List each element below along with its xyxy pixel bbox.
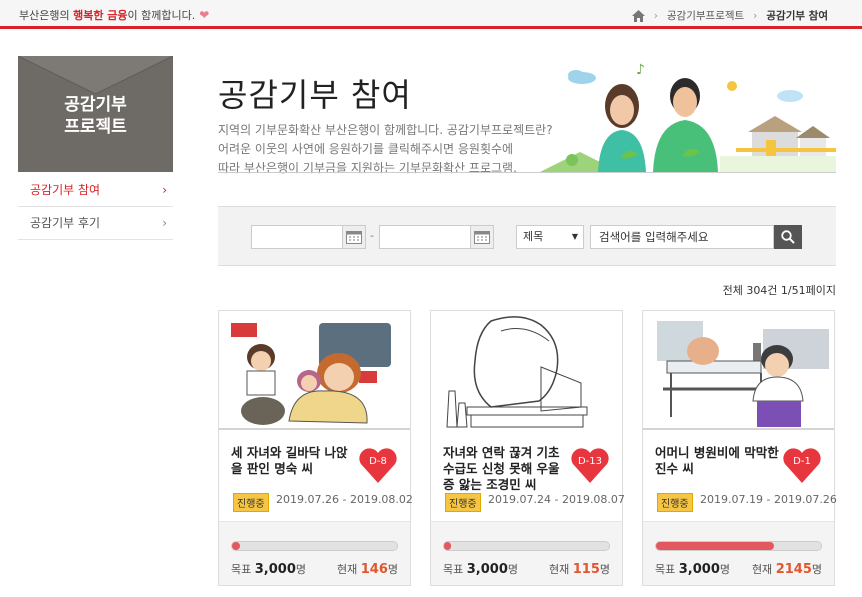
home-icon[interactable] (631, 9, 645, 22)
breadcrumb: › 공감기부프로젝트 › 공감기부 참여 (631, 8, 828, 23)
campaign-title[interactable]: 세 자녀와 길바닥 나앉을 판인 명숙 씨 (231, 445, 357, 477)
calendar-icon[interactable] (342, 225, 366, 249)
slogan-highlight: 행복한 금융 (73, 9, 128, 22)
progress-panel: 목표 3,000명 현재 146명 (219, 521, 410, 585)
campaign-period: 2019.07.19 - 2019.07.26 (700, 493, 837, 506)
goal-count: 목표 3,000명 (231, 562, 306, 577)
section-title: 공감기부 프로젝트 (64, 95, 127, 137)
page-description: 지역의 기부문화확산 부산은행이 함께합니다. 공감기부프로젝트란? 어려운 이… (218, 123, 553, 175)
campaign-title[interactable]: 어머니 병원비에 막막한 진수 씨 (655, 445, 781, 477)
start-date-input[interactable] (251, 225, 346, 249)
chevron-right-icon: › (162, 216, 167, 230)
current-count: 현재 2145명 (751, 562, 822, 577)
date-range-separator: - (370, 229, 374, 242)
progress-fill (656, 542, 774, 550)
current-count: 현재 146명 (336, 562, 398, 577)
search-bar: - 제목 ▼ 검색어를 입력해주세요 (218, 206, 836, 266)
page-title: 공감기부 참여 (218, 76, 412, 114)
breadcrumb-separator-icon: › (753, 9, 758, 22)
heart-icon: ❤ (199, 8, 210, 22)
status-badge: 진행중 (657, 493, 693, 512)
top-bar: 부산은행의 행복한 금융이 함께합니다. ❤ › 공감기부프로젝트 › 공감기부 … (0, 0, 862, 29)
side-nav: 공감기부 참여 › 공감기부 후기 › (18, 174, 173, 240)
campaign-illustration (643, 311, 834, 436)
search-input[interactable]: 검색어를 입력해주세요 (590, 225, 774, 249)
sidebar-item-participate[interactable]: 공감기부 참여 › (18, 174, 173, 207)
goal-count: 목표 3,000명 (443, 562, 518, 577)
status-badge: 진행중 (445, 493, 481, 512)
campaign-period: 2019.07.26 - 2019.08.02 (276, 493, 413, 506)
dday-heart-badge: D-13 (570, 445, 610, 485)
campaign-card[interactable]: 자녀와 연락 끊겨 기초수급도 신청 못해 우울증 앓는 조경민 씨 D-13 … (430, 310, 625, 586)
end-date-input[interactable] (379, 225, 474, 249)
progress-panel: 목표 3,000명 현재 2145명 (643, 521, 834, 585)
envelope-flap-decoration (18, 56, 173, 95)
breadcrumb-current[interactable]: 공감기부 참여 (766, 8, 828, 23)
bank-slogan: 부산은행의 행복한 금융이 함께합니다. ❤ (19, 8, 210, 22)
current-count: 현재 115명 (548, 562, 610, 577)
campaign-period: 2019.07.24 - 2019.08.07 (488, 493, 625, 506)
sidebar-item-reviews[interactable]: 공감기부 후기 › (18, 207, 173, 240)
campaign-illustration (219, 311, 410, 436)
svg-text:♪: ♪ (636, 62, 645, 78)
breadcrumb-item[interactable]: 공감기부프로젝트 (667, 8, 744, 23)
status-badge: 진행중 (233, 493, 269, 512)
goal-count: 목표 3,000명 (655, 562, 730, 577)
progress-bar (443, 541, 610, 551)
chevron-right-icon: › (162, 183, 167, 197)
progress-fill (444, 542, 451, 550)
campaign-card[interactable]: 세 자녀와 길바닥 나앉을 판인 명숙 씨 D-8 진행중 2019.07.26… (218, 310, 413, 586)
breadcrumb-separator-icon: › (653, 9, 658, 22)
campaign-illustration (431, 311, 622, 436)
hero-illustration: ♪ (540, 62, 836, 172)
hero-divider (218, 172, 836, 173)
progress-fill (232, 542, 241, 550)
dday-heart-badge: D-1 (782, 445, 822, 485)
progress-bar (655, 541, 822, 551)
progress-panel: 목표 3,000명 현재 115명 (431, 521, 622, 585)
search-button[interactable] (774, 225, 802, 249)
section-title-box: 공감기부 프로젝트 (18, 56, 173, 172)
calendar-icon[interactable] (470, 225, 494, 249)
caret-down-icon: ▼ (571, 232, 578, 241)
campaign-title[interactable]: 자녀와 연락 끊겨 기초수급도 신청 못해 우울증 앓는 조경민 씨 (443, 445, 569, 493)
search-field-select[interactable]: 제목 ▼ (516, 225, 584, 249)
campaign-card[interactable]: 어머니 병원비에 막막한 진수 씨 D-1 진행중 2019.07.19 - 2… (642, 310, 837, 586)
search-icon (781, 230, 795, 244)
result-count: 전체 304건 1/51페이지 (722, 284, 836, 297)
dday-heart-badge: D-8 (358, 445, 398, 485)
progress-bar (231, 541, 398, 551)
